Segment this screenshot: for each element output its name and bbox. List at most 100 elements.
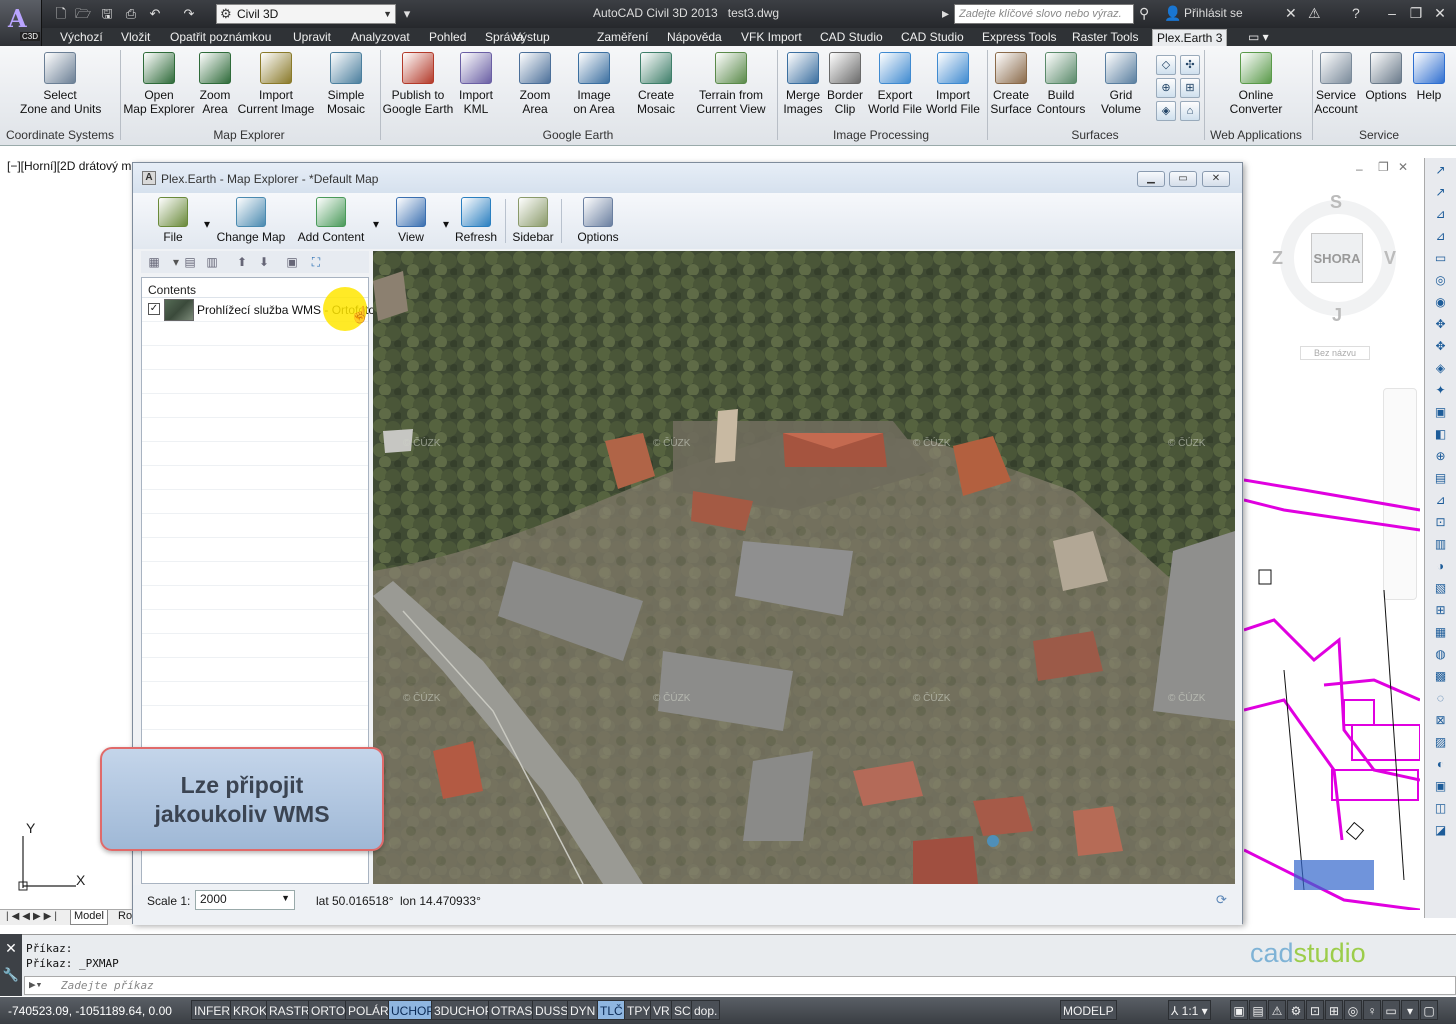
status-tray-icon[interactable]: ◎ [1344,1000,1362,1020]
draw-tool-icon[interactable]: ⊠ [1430,710,1452,730]
status-tray-icon[interactable]: ⚠ [1268,1000,1286,1020]
draw-tool-icon[interactable]: ▩ [1430,666,1452,686]
compass-south[interactable]: J [1332,305,1342,326]
surface-tool-icon[interactable]: ⊞ [1180,78,1200,98]
save-icon[interactable]: 🖫 [98,5,116,23]
add-layer-icon[interactable]: ▦ [145,253,163,271]
compass-north[interactable]: S [1330,192,1342,213]
status-toggle-tl[interactable]: TLČ [597,1000,626,1020]
close-icon[interactable]: ✕ [0,940,22,957]
draw-tool-icon[interactable]: ◉ [1430,292,1452,312]
tab-upravit[interactable]: Upravit [289,29,335,46]
zoom-layer-icon[interactable]: ▣ [283,253,301,271]
view-tool-button[interactable]: View [376,197,446,244]
tab-cad-studio[interactable]: CAD Studio [897,29,968,46]
print-icon[interactable]: ⎙ [122,5,140,23]
compass-west[interactable]: Z [1272,248,1283,269]
surface-tool-icon[interactable]: ⊕ [1156,78,1176,98]
draw-tool-icon[interactable]: ⊿ [1430,204,1452,224]
status-toggle-dop[interactable]: dop. [691,1000,721,1020]
mex-minimize-button[interactable]: ▁ [1137,171,1165,187]
draw-tool-icon[interactable]: ▨ [1430,732,1452,752]
tab-plex-earth-3[interactable]: Plex.Earth 3 [1152,29,1228,46]
sidebar-tool-button[interactable]: Sidebar [498,197,568,244]
viewcube-face[interactable]: SHORA [1311,233,1363,283]
draw-tool-icon[interactable]: ◌ [1430,688,1452,708]
draw-tool-icon[interactable]: ▤ [1430,468,1452,488]
undo-icon[interactable]: ↶ [146,5,164,23]
viewport-close-icon[interactable]: ✕ [1398,160,1408,174]
draw-tool-icon[interactable]: ▧ [1430,578,1452,598]
options-tool-button[interactable]: Options [563,197,633,244]
viewport-min-icon[interactable]: – [1356,162,1363,176]
view-menu-arrow[interactable]: ▾ [443,217,449,231]
tab-analyzovat[interactable]: Analyzovat [347,29,414,46]
tab-v-stup[interactable]: Výstup [509,29,554,46]
draw-tool-icon[interactable]: ◑ [1430,556,1452,576]
search-input[interactable]: Zadejte klíčové slovo nebo výraz. [954,4,1134,24]
status-toggle-3duchop[interactable]: 3DUCHOP [431,1000,496,1020]
remove-layer-icon[interactable]: ▥ [203,253,221,271]
file-menu-arrow[interactable]: ▾ [204,217,210,231]
draw-tool-icon[interactable]: ◈ [1430,358,1452,378]
command-input[interactable]: ▶▾ Zadejte příkaz [24,976,1456,995]
simple-mosaic-button[interactable]: Simple Mosaic [306,52,386,116]
map-refresh-icon[interactable]: ⟳ [1216,892,1232,908]
tab-express-tools[interactable]: Express Tools [978,29,1060,46]
mex-maximize-button[interactable]: ▭ [1169,171,1197,187]
signin-link[interactable]: Přihlásit se [1184,6,1243,20]
draw-tool-icon[interactable]: ▭ [1430,248,1452,268]
status-toggle-polr[interactable]: POLÁR [345,1000,392,1020]
status-toggle-otras[interactable]: OTRAS [488,1000,536,1020]
select-zone-and-units-button[interactable]: Select Zone and Units [20,52,101,116]
status-toggle-uchop[interactable]: UCHOP [388,1000,438,1020]
status-toggle-krok[interactable]: KROK [230,1000,271,1020]
draw-tool-icon[interactable]: ◎ [1430,270,1452,290]
restore-button[interactable]: ❐ [1404,3,1428,23]
tab-nav-arrows[interactable]: |◀◀▶▶| [6,911,60,922]
tab-layout[interactable]: Ro [118,910,132,922]
tab-cad-studio[interactable]: CAD Studio [816,29,887,46]
wrench-icon[interactable]: 🔧 [0,967,22,983]
status-toggle-infer[interactable]: INFER [191,1000,233,1020]
move-down-icon[interactable]: ⬇ [255,253,273,271]
file-tool-button[interactable]: File [138,197,208,244]
status-toggle-orto[interactable]: ORTO [308,1000,349,1020]
status-toggle-vr[interactable]: VR [650,1000,673,1020]
viewport-restore-icon[interactable]: ❐ [1378,160,1389,174]
tab-raster-tools[interactable]: Raster Tools [1068,29,1142,46]
status-tray-icon[interactable]: ▣ [1230,1000,1248,1020]
fit-extents-icon[interactable]: ⛶ [307,253,325,271]
draw-tool-icon[interactable]: ↗ [1430,182,1452,202]
status-toggle-duss[interactable]: DUSS [532,1000,572,1020]
move-up-icon[interactable]: ⬆ [233,253,251,271]
command-window-grip[interactable]: ✕ 🔧 [0,934,22,996]
status-tray-icon[interactable]: ▭ [1382,1000,1400,1020]
redo-icon[interactable]: ↷ [180,5,198,23]
surface-tool-icon[interactable]: ◈ [1156,101,1176,121]
tab-n-pov-da[interactable]: Nápověda [663,29,726,46]
tab-pohled[interactable]: Pohled [425,29,470,46]
ribbon-minimize-icon[interactable]: ▭ ▾ [1244,29,1273,46]
status-tray-icon[interactable]: ⊡ [1306,1000,1324,1020]
draw-tool-icon[interactable]: ✦ [1430,380,1452,400]
annotation-scale[interactable]: ⅄ 1:1 ▾ [1168,1000,1211,1020]
add-content-menu-arrow[interactable]: ▾ [373,217,379,231]
modelp-toggle[interactable]: MODELP [1060,1000,1117,1020]
draw-tool-icon[interactable]: ✥ [1430,314,1452,334]
compass-east[interactable]: V [1384,248,1396,269]
workspace-select[interactable]: ⚙ Civil 3D ▼ [216,4,396,24]
status-tray-icon[interactable]: ▾ [1401,1000,1419,1020]
draw-tool-icon[interactable]: ✥ [1430,336,1452,356]
new-icon[interactable]: 🗋 [52,5,70,23]
user-icon[interactable]: 👤 [1164,5,1181,22]
status-toggle-tpy[interactable]: TPY [624,1000,654,1020]
draw-tool-icon[interactable]: ⊿ [1430,490,1452,510]
tab-opat-it-pozn-mkou[interactable]: Opatřit poznámkou [166,29,275,46]
layer-props-icon[interactable]: ▤ [181,253,199,271]
qat-menu-icon[interactable]: ▾ [398,5,416,23]
tab-vlo-it[interactable]: Vložit [117,29,154,46]
status-tray-icon[interactable]: ⚙ [1287,1000,1305,1020]
online-converter-button[interactable]: Online Converter [1216,52,1296,116]
open-icon[interactable]: 🗁 [74,5,92,23]
